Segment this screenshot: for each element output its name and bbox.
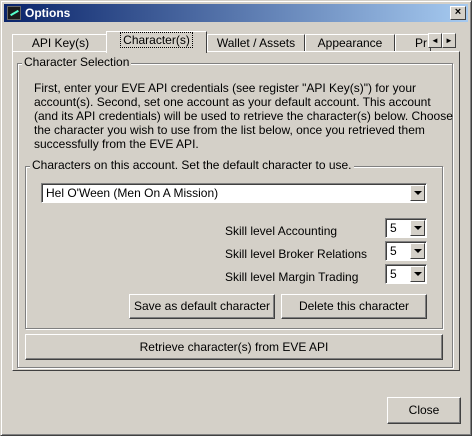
skill-margin-trading-label: Skill level Margin Trading	[225, 270, 359, 284]
skill-margin-trading-select[interactable]: 5	[385, 264, 427, 284]
close-button[interactable]: Close	[387, 397, 461, 424]
chevron-down-icon[interactable]	[410, 185, 425, 201]
app-icon	[7, 6, 21, 20]
tab-label: Pr	[415, 36, 427, 50]
tab-label: Appearance	[317, 36, 383, 50]
character-select-value: Hel O'Ween (Men On A Mission)	[46, 186, 219, 200]
skill-accounting-label: Skill level Accounting	[225, 224, 338, 238]
retrieve-characters-button[interactable]: Retrieve character(s) from EVE API	[25, 334, 443, 360]
skill-broker-relations-label: Skill level Broker Relations	[225, 247, 368, 261]
skill-broker-relations-value: 5	[390, 244, 397, 258]
title-bar[interactable]: Options ×	[4, 4, 468, 22]
tab-appearance[interactable]: Appearance	[305, 34, 395, 52]
character-select[interactable]: Hel O'Ween (Men On A Mission)	[41, 183, 427, 203]
skill-accounting-value: 5	[390, 221, 397, 235]
tab-label: Character(s)	[120, 32, 193, 48]
close-window-button[interactable]: ×	[450, 6, 466, 20]
skill-broker-relations-select[interactable]: 5	[385, 241, 427, 261]
tab-pr[interactable]: Pr	[395, 34, 431, 52]
skill-margin-trading-value: 5	[390, 267, 397, 281]
instructions-text: First, enter your EVE API credentials (s…	[34, 81, 453, 151]
chevron-down-icon[interactable]	[410, 220, 425, 236]
chevron-down-icon[interactable]	[410, 243, 425, 259]
skill-accounting-select[interactable]: 5	[385, 218, 427, 238]
options-window: Options × API Key(s) Character(s) Wallet…	[0, 0, 472, 436]
tab-label: API Key(s)	[31, 36, 90, 50]
tab-label: Wallet / Assets	[216, 36, 296, 50]
chevron-down-icon[interactable]	[410, 266, 425, 282]
tab-api-keys[interactable]: API Key(s)	[12, 34, 109, 52]
character-selection-legend: Character Selection	[22, 55, 132, 69]
delete-character-button[interactable]: Delete this character	[281, 294, 427, 319]
characters-legend: Characters on this account. Set the defa…	[30, 158, 354, 172]
window-title: Options	[25, 6, 71, 20]
tab-wallet-assets[interactable]: Wallet / Assets	[207, 34, 305, 52]
tab-scroll-right-icon[interactable]: ►	[442, 33, 456, 48]
tab-characters[interactable]: Character(s)	[106, 31, 207, 53]
save-default-character-button[interactable]: Save as default character	[129, 294, 275, 319]
tab-scroll-left-icon[interactable]: ◄	[428, 33, 442, 48]
